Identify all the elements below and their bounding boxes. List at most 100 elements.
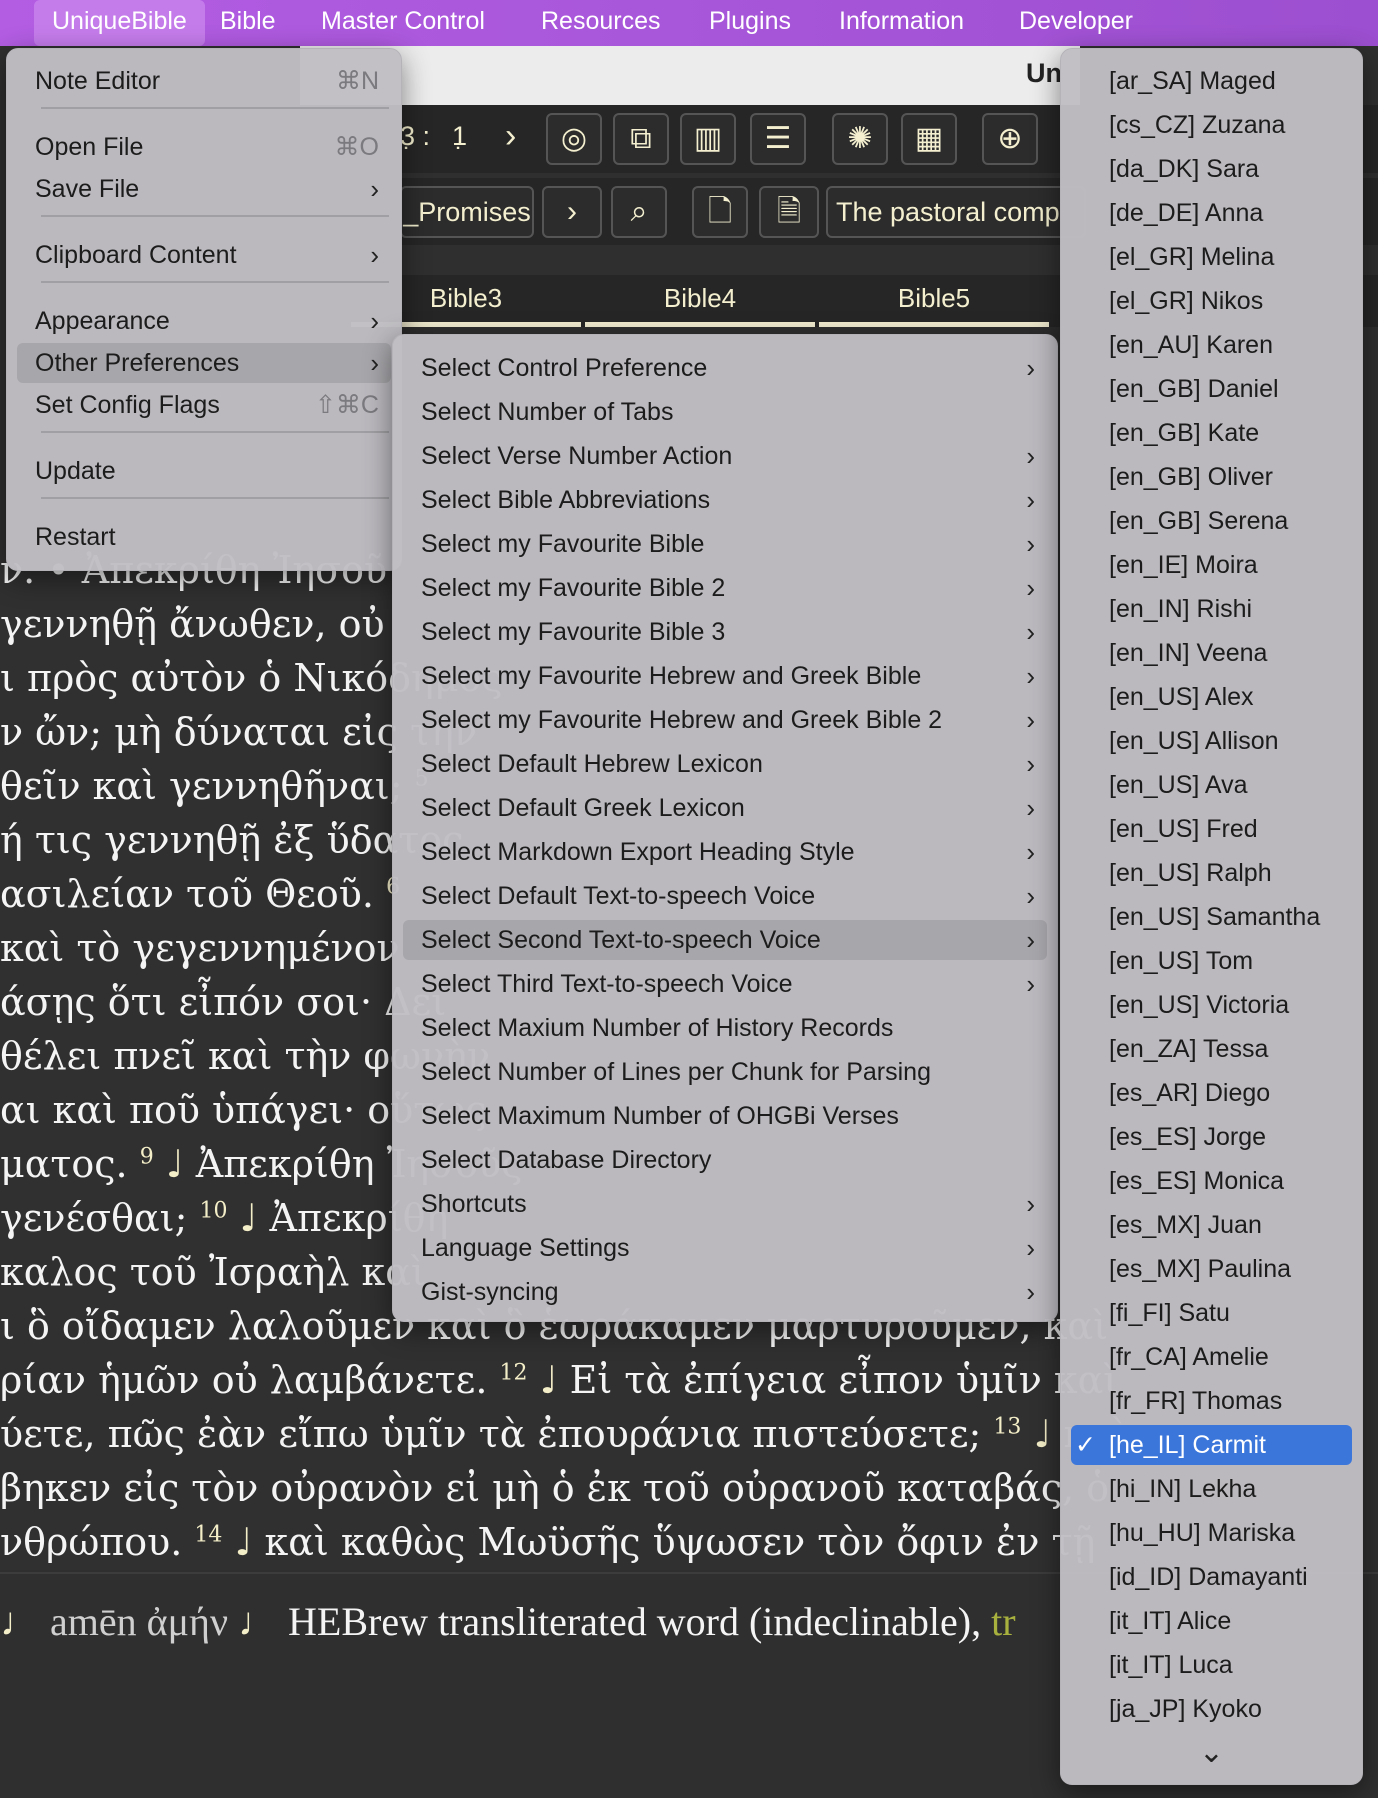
menu-item-select-maxium-number-of-history-records[interactable]: Select Maxium Number of History Records bbox=[403, 1008, 1047, 1048]
voice-item-es-es-jorge[interactable]: [es_ES] Jorge bbox=[1071, 1117, 1352, 1157]
note-icon[interactable]: ♩ bbox=[222, 1520, 264, 1564]
menu-item-select-markdown-export-heading-style[interactable]: Select Markdown Export Heading Style › bbox=[403, 832, 1047, 872]
voice-item-en-gb-serena[interactable]: [en_GB] Serena bbox=[1071, 501, 1352, 541]
menubar-resources[interactable]: Resources bbox=[541, 0, 661, 46]
voice-item-ja-jp-kyoko[interactable]: [ja_JP] Kyoko bbox=[1071, 1689, 1352, 1729]
voice-item-en-ie-moira[interactable]: [en_IE] Moira bbox=[1071, 545, 1352, 585]
voice-item-en-us-ava[interactable]: [en_US] Ava bbox=[1071, 765, 1352, 805]
menu-item-select-default-hebrew-lexicon[interactable]: Select Default Hebrew Lexicon › bbox=[403, 744, 1047, 784]
menu-item-set-config-flags[interactable]: Set Config Flags ⇧⌘C bbox=[17, 385, 391, 425]
menu-item-gist-syncing[interactable]: Gist-syncing › bbox=[403, 1272, 1047, 1312]
menu-item-select-my-favourite-bible-3[interactable]: Select my Favourite Bible 3 › bbox=[403, 612, 1047, 652]
calendar-icon[interactable]: ▦ bbox=[901, 113, 957, 165]
voice-item-en-us-allison[interactable]: [en_US] Allison bbox=[1071, 721, 1352, 761]
rows-icon[interactable]: ☰ bbox=[750, 113, 806, 165]
cursor-click-icon[interactable]: ◎ bbox=[546, 113, 602, 165]
menu-item-note-editor[interactable]: Note Editor ⌘N bbox=[17, 61, 391, 101]
menu-item-update[interactable]: Update bbox=[17, 451, 391, 491]
voice-item-en-us-ralph[interactable]: [en_US] Ralph bbox=[1071, 853, 1352, 893]
menu-item-select-my-favourite-bible[interactable]: Select my Favourite Bible › bbox=[403, 524, 1047, 564]
voice-item-ar-sa-maged[interactable]: [ar_SA] Maged bbox=[1071, 61, 1352, 101]
menu-item-select-my-favourite-bible-2[interactable]: Select my Favourite Bible 2 › bbox=[403, 568, 1047, 608]
menubar-master-control[interactable]: Master Control bbox=[321, 0, 485, 46]
voice-item-en-us-alex[interactable]: [en_US] Alex bbox=[1071, 677, 1352, 717]
zoom-in-icon[interactable]: ⊕ bbox=[982, 113, 1038, 165]
tab-bible5[interactable]: Bible5 bbox=[819, 275, 1049, 327]
voice-item-en-us-tom[interactable]: [en_US] Tom bbox=[1071, 941, 1352, 981]
voice-item-de-de-anna[interactable]: [de_DE] Anna bbox=[1071, 193, 1352, 233]
verse-selector[interactable]: 1̣ bbox=[452, 121, 467, 152]
next-button[interactable]: › bbox=[505, 117, 516, 156]
lexeme[interactable]: amēn ἀμήν bbox=[40, 1599, 238, 1644]
verse-number[interactable]: 13 bbox=[993, 1414, 1021, 1439]
verse-number[interactable]: 12 bbox=[500, 1360, 528, 1385]
voice-item-da-dk-sara[interactable]: [da_DK] Sara bbox=[1071, 149, 1352, 189]
voice-item-en-au-karen[interactable]: [en_AU] Karen bbox=[1071, 325, 1352, 365]
brightness-icon[interactable]: ✺ bbox=[832, 113, 888, 165]
voice-item-en-us-fred[interactable]: [en_US] Fred bbox=[1071, 809, 1352, 849]
menu-item-select-default-text-to-speech-voice[interactable]: Select Default Text-to-speech Voice › bbox=[403, 876, 1047, 916]
voice-item-en-gb-kate[interactable]: [en_GB] Kate bbox=[1071, 413, 1352, 453]
menu-item-select-second-text-to-speech-voice[interactable]: Select Second Text-to-speech Voice › bbox=[403, 920, 1047, 960]
scroll-down-chevron-icon[interactable]: ⌄ bbox=[1061, 1735, 1362, 1770]
menubar-plugins[interactable]: Plugins bbox=[709, 0, 791, 46]
tab-bible4[interactable]: Bible4 bbox=[585, 275, 815, 327]
menu-item-clipboard-content[interactable]: Clipboard Content › bbox=[17, 235, 391, 275]
menubar-information[interactable]: Information bbox=[839, 0, 964, 46]
voice-item-hu-hu-mariska[interactable]: [hu_HU] Mariska bbox=[1071, 1513, 1352, 1553]
note-icon[interactable]: ♩ bbox=[154, 1142, 196, 1186]
voice-item-cs-cz-zuzana[interactable]: [cs_CZ] Zuzana bbox=[1071, 105, 1352, 145]
voice-item-it-it-alice[interactable]: [it_IT] Alice bbox=[1071, 1601, 1352, 1641]
columns-icon[interactable]: ▥ bbox=[680, 113, 736, 165]
next-button-2[interactable]: › bbox=[542, 186, 602, 238]
voice-item-en-za-tessa[interactable]: [en_ZA] Tessa bbox=[1071, 1029, 1352, 1069]
menu-item-language-settings[interactable]: Language Settings › bbox=[403, 1228, 1047, 1268]
promises-button[interactable]: _Promises bbox=[400, 186, 534, 238]
menu-item-select-third-text-to-speech-voice[interactable]: Select Third Text-to-speech Voice › bbox=[403, 964, 1047, 1004]
voice-item-hi-in-lekha[interactable]: [hi_IN] Lekha bbox=[1071, 1469, 1352, 1509]
note-icon[interactable]: ♩ bbox=[0, 1599, 40, 1644]
voice-item-it-it-luca[interactable]: [it_IT] Luca bbox=[1071, 1645, 1352, 1685]
verse-number[interactable]: 9 bbox=[140, 1144, 154, 1169]
voice-item-es-mx-paulina[interactable]: [es_MX] Paulina bbox=[1071, 1249, 1352, 1289]
menu-item-select-bible-abbreviations[interactable]: Select Bible Abbreviations › bbox=[403, 480, 1047, 520]
voice-item-en-gb-oliver[interactable]: [en_GB] Oliver bbox=[1071, 457, 1352, 497]
voice-item-es-mx-juan[interactable]: [es_MX] Juan bbox=[1071, 1205, 1352, 1245]
menu-item-appearance[interactable]: Appearance › bbox=[17, 301, 391, 341]
verse-number[interactable]: 10 bbox=[199, 1198, 227, 1223]
menu-item-save-file[interactable]: Save File › bbox=[17, 169, 391, 209]
menu-item-select-maximum-number-of-ohgbi-verses[interactable]: Select Maximum Number of OHGBi Verses bbox=[403, 1096, 1047, 1136]
menubar-developer[interactable]: Developer bbox=[1019, 0, 1133, 46]
menu-item-select-my-favourite-hebrew-and-greek-bible-2[interactable]: Select my Favourite Hebrew and Greek Bib… bbox=[403, 700, 1047, 740]
menu-item-select-default-greek-lexicon[interactable]: Select Default Greek Lexicon › bbox=[403, 788, 1047, 828]
menu-item-select-database-directory[interactable]: Select Database Directory bbox=[403, 1140, 1047, 1180]
note-icon[interactable]: ♩ bbox=[227, 1196, 269, 1240]
voice-item-en-us-victoria[interactable]: [en_US] Victoria bbox=[1071, 985, 1352, 1025]
voice-item-id-id-damayanti[interactable]: [id_ID] Damayanti bbox=[1071, 1557, 1352, 1597]
menu-item-select-number-of-tabs[interactable]: Select Number of Tabs bbox=[403, 392, 1047, 432]
note-icon[interactable]: ♩ bbox=[238, 1599, 278, 1644]
voice-item-fi-fi-satu[interactable]: [fi_FI] Satu bbox=[1071, 1293, 1352, 1333]
voice-item-fr-fr-thomas[interactable]: [fr_FR] Thomas bbox=[1071, 1381, 1352, 1421]
menu-item-select-number-of-lines-per-chunk-for-parsing[interactable]: Select Number of Lines per Chunk for Par… bbox=[403, 1052, 1047, 1092]
chapter-selector[interactable]: 3̣ : bbox=[400, 121, 430, 152]
menubar-bible[interactable]: Bible bbox=[220, 0, 276, 46]
menu-item-select-my-favourite-hebrew-and-greek-bible[interactable]: Select my Favourite Hebrew and Greek Bib… bbox=[403, 656, 1047, 696]
search-icon[interactable]: ⌕ bbox=[611, 186, 667, 238]
voice-item-en-in-veena[interactable]: [en_IN] Veena bbox=[1071, 633, 1352, 673]
voice-item-en-us-samantha[interactable]: [en_US] Samantha bbox=[1071, 897, 1352, 937]
menu-item-open-file[interactable]: Open File ⌘O bbox=[17, 127, 391, 167]
menubar-uniquebible[interactable]: UniqueBible bbox=[34, 0, 205, 46]
file-plus-icon[interactable]: 🗋 bbox=[692, 186, 748, 238]
menu-item-other-preferences[interactable]: Other Preferences › bbox=[17, 343, 391, 383]
voice-item-en-gb-daniel[interactable]: [en_GB] Daniel bbox=[1071, 369, 1352, 409]
note-icon[interactable]: ♩ bbox=[1021, 1412, 1063, 1456]
voice-item-el-gr-nikos[interactable]: [el_GR] Nikos bbox=[1071, 281, 1352, 321]
voice-item-el-gr-melina[interactable]: [el_GR] Melina bbox=[1071, 237, 1352, 277]
voice-item-en-in-rishi[interactable]: [en_IN] Rishi bbox=[1071, 589, 1352, 629]
copy-icon[interactable]: ⧉ bbox=[613, 113, 669, 165]
file-arrow-icon[interactable]: 🗎 bbox=[759, 186, 819, 238]
menu-item-shortcuts[interactable]: Shortcuts › bbox=[403, 1184, 1047, 1224]
voice-item-es-es-monica[interactable]: [es_ES] Monica bbox=[1071, 1161, 1352, 1201]
voice-item-he-il-carmit[interactable]: ✓ [he_IL] Carmit bbox=[1071, 1425, 1352, 1465]
